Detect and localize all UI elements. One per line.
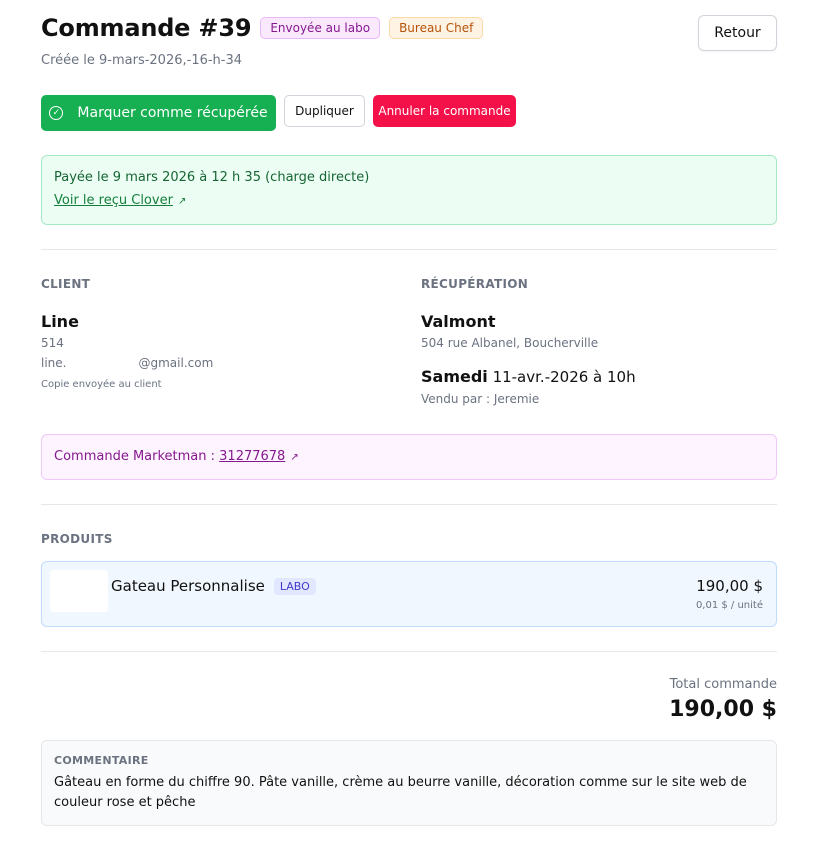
product-image <box>50 570 108 612</box>
created-date: Créée le 9-mars-2026,-16-h-34 <box>41 53 243 68</box>
product-name: Gateau Personnalise <box>111 577 265 595</box>
product-name-row: Gateau Personnalise LABO <box>111 577 316 595</box>
product-row: Gateau Personnalise LABO 190,00 $ 0,01 $… <box>41 561 777 627</box>
product-unit-price: 0,01 $ / unité <box>695 600 763 611</box>
client-email-prefix: line. <box>41 356 67 370</box>
pickup-date: Samedi 11-avr.-2026 à 10h <box>421 367 636 386</box>
external-link-icon: ↗ <box>290 452 299 463</box>
payment-notice: Payée le 9 mars 2026 à 12 h 35 (charge d… <box>41 155 777 225</box>
client-name: Line <box>41 312 79 331</box>
mark-picked-up-label: Marquer comme récupérée <box>77 105 268 121</box>
products-section-label: PRODUITS <box>41 532 113 546</box>
duplicate-button[interactable]: Dupliquer <box>284 95 365 127</box>
product-labo-badge: LABO <box>273 577 316 595</box>
product-price: 190,00 $ <box>696 577 763 595</box>
marketman-notice: Commande Marketman : 31277678 ↗ <box>41 434 777 480</box>
divider <box>41 504 777 505</box>
marketman-label: Commande Marketman : <box>54 449 216 464</box>
divider <box>41 249 777 250</box>
client-phone: 514 <box>41 336 64 350</box>
check-circle-icon: ✓ <box>49 106 64 120</box>
clover-receipt-label: Voir le reçu Clover <box>54 193 173 208</box>
pickup-address: 504 rue Albanel, Boucherville <box>421 336 599 350</box>
total-value: 190,00 $ <box>669 697 777 722</box>
divider <box>41 651 777 652</box>
mark-picked-up-button[interactable]: ✓ Marquer comme récupérée <box>41 95 276 131</box>
page-title: Commande #39 <box>41 14 252 42</box>
pickup-day: Samedi <box>421 367 488 386</box>
pickup-store: Valmont <box>421 312 496 331</box>
total-label: Total commande <box>669 677 777 692</box>
pickup-datetime: 11-avr.-2026 à 10h <box>492 368 636 386</box>
client-email-suffix: @gmail.com <box>138 356 214 370</box>
comment-text: Gâteau en forme du chiffre 90. Pâte vani… <box>54 775 747 810</box>
back-button[interactable]: Retour <box>698 15 777 51</box>
pickup-section-label: RÉCUPÉRATION <box>421 277 529 291</box>
status-badge: Envoyée au labo <box>260 17 381 39</box>
client-section-label: CLIENT <box>41 277 91 291</box>
copy-sent-note: Copie envoyée au client <box>41 379 162 390</box>
comment-box: COMMENTAIRE Gâteau en forme du chiffre 9… <box>41 740 777 826</box>
payment-text: Payée le 9 mars 2026 à 12 h 35 (charge d… <box>54 170 370 185</box>
clover-receipt-link[interactable]: Voir le reçu Clover ↗ <box>54 193 186 208</box>
comment-label: COMMENTAIRE <box>54 754 149 767</box>
location-badge: Bureau Chef <box>389 17 484 39</box>
client-email: line. @gmail.com <box>41 356 213 370</box>
marketman-order-link[interactable]: 31277678 <box>219 449 285 464</box>
order-header: Commande #39 Envoyée au labo Bureau Chef <box>41 14 484 42</box>
external-link-icon: ↗ <box>177 196 187 207</box>
sold-by: Vendu par : Jeremie <box>421 392 540 406</box>
action-bar: ✓ Marquer comme récupérée Dupliquer Annu… <box>41 95 516 131</box>
cancel-order-button[interactable]: Annuler la commande <box>373 95 516 127</box>
